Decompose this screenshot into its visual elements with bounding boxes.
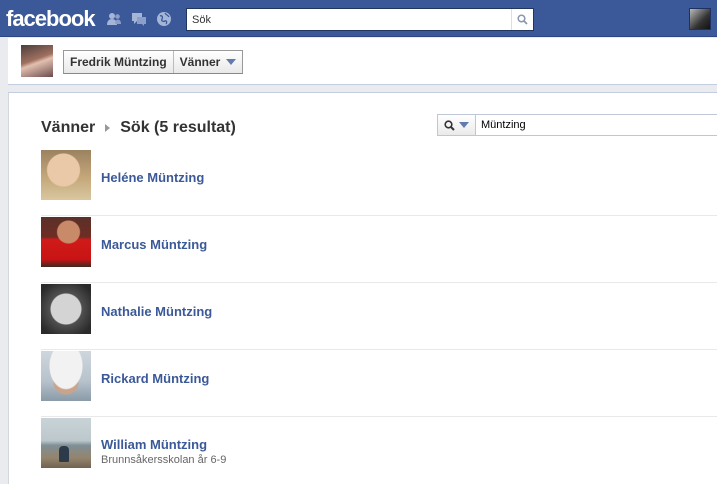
list-item: Nathalie Müntzing: [41, 283, 717, 350]
notifications-globe-icon[interactable]: [156, 11, 172, 27]
friend-name-link[interactable]: Nathalie Müntzing: [101, 304, 212, 319]
top-search-box[interactable]: [186, 8, 534, 31]
profile-avatar[interactable]: [21, 45, 53, 77]
top-navigation-bar: facebook: [0, 0, 717, 37]
friend-name-link[interactable]: Heléne Müntzing: [101, 170, 204, 185]
profile-name-button[interactable]: Fredrik Müntzing: [64, 51, 173, 73]
friend-avatar[interactable]: [41, 351, 91, 401]
page-title: Sök (5 resultat): [120, 119, 236, 136]
section-dropdown-button[interactable]: Vänner: [172, 51, 243, 73]
breadcrumb-arrow-icon: [105, 124, 111, 132]
friend-avatar[interactable]: [41, 217, 91, 267]
chevron-down-icon: [226, 59, 237, 65]
list-item: Marcus Müntzing: [41, 216, 717, 283]
main-content: Vänner Sök (5 resultat) Heléne Müntzing …: [8, 92, 717, 484]
breadcrumb: Vänner Sök (5 resultat): [41, 119, 236, 137]
friend-requests-icon[interactable]: [106, 11, 122, 27]
account-avatar[interactable]: [689, 8, 711, 30]
list-item: Heléne Müntzing: [41, 149, 717, 216]
profile-crumb-buttons: Fredrik Müntzing Vänner: [63, 50, 244, 74]
search-results-list: Heléne Müntzing Marcus Müntzing Nathalie…: [41, 149, 717, 484]
search-icon: [444, 119, 455, 131]
list-item: Rickard Müntzing: [41, 350, 717, 417]
chevron-down-icon: [459, 122, 469, 128]
list-item: William Müntzing Brunnsåkersskolan år 6-…: [41, 417, 717, 484]
messages-icon[interactable]: [131, 11, 147, 27]
top-search-button[interactable]: [511, 9, 533, 30]
search-icon: [517, 14, 528, 25]
friend-name-link[interactable]: Marcus Müntzing: [101, 237, 207, 252]
facebook-logo[interactable]: facebook: [6, 6, 96, 32]
friend-name-link[interactable]: William Müntzing: [101, 437, 207, 452]
filter-options-button[interactable]: [438, 115, 476, 135]
breadcrumb-root[interactable]: Vänner: [41, 119, 95, 137]
friend-avatar[interactable]: [41, 284, 91, 334]
friend-avatar[interactable]: [41, 418, 91, 468]
profile-name-label: Fredrik Müntzing: [70, 55, 167, 69]
friend-filter-box[interactable]: [437, 114, 717, 136]
section-dropdown-label: Vänner: [179, 55, 221, 69]
friend-name-link[interactable]: Rickard Müntzing: [101, 371, 209, 386]
friend-avatar[interactable]: [41, 150, 91, 200]
friend-filter-input[interactable]: [478, 115, 717, 135]
friend-subtitle: Brunnsåkersskolan år 6-9: [101, 454, 227, 466]
top-search-input[interactable]: [187, 9, 509, 30]
profile-header: Fredrik Müntzing Vänner: [8, 38, 717, 85]
